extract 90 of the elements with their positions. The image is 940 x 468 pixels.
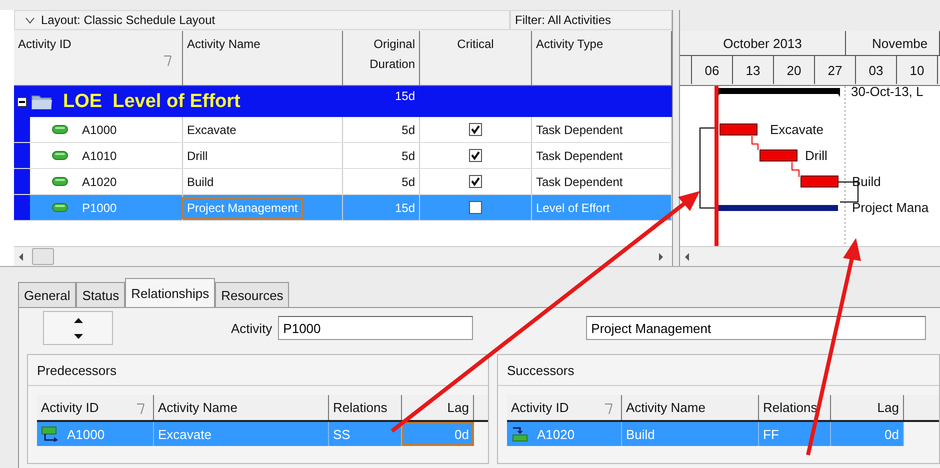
activity-row[interactable]: A1000 Excavate 5d Task Dependent	[14, 117, 672, 143]
table-cell: SS	[333, 426, 350, 442]
link-icon	[41, 426, 59, 442]
activity-bar-icon	[52, 151, 68, 160]
bar-label: 30-Oct-13, L	[851, 86, 924, 99]
checkbox[interactable]	[469, 201, 482, 214]
activity-bar-icon	[52, 177, 68, 186]
column-header[interactable]: Lag	[402, 395, 474, 420]
collapse-toggle[interactable]	[17, 96, 27, 106]
table-cell: Task Dependent	[536, 174, 623, 188]
group-title: LOE Level of Effort	[63, 90, 240, 112]
column-header[interactable]: Relations	[329, 395, 402, 420]
timescale-month: October 2013	[680, 31, 846, 55]
column-header[interactable]: Activity ID	[37, 395, 154, 420]
activity-bar-icon	[52, 125, 68, 134]
table-cell: P1000	[82, 200, 117, 214]
table-cell-text: Drill	[186, 148, 209, 164]
table-cell: Build	[626, 426, 655, 442]
timescale-week: 06	[692, 56, 733, 84]
filter-label: Filter: All Activities	[510, 10, 672, 30]
sort-icon	[604, 403, 613, 415]
folder-icon	[31, 93, 53, 110]
table-cell-text: Build	[186, 174, 215, 190]
activity-row[interactable]: A1010 Drill 5d Task Dependent	[14, 143, 672, 169]
timescale-week: 13	[733, 56, 774, 84]
sort-icon	[136, 403, 145, 415]
panel-title: Predecessors	[37, 362, 116, 378]
column-header[interactable]: Relations	[759, 395, 831, 420]
splitter[interactable]	[672, 10, 680, 266]
bar-label: Build	[852, 174, 881, 189]
checkbox[interactable]	[469, 175, 482, 188]
table-cell: A1020	[82, 174, 117, 188]
bar-label: Drill	[805, 148, 828, 163]
table-cell: A1010	[82, 148, 117, 162]
table-cell: FF	[763, 426, 779, 442]
table-cell: 15d	[394, 200, 415, 214]
activity-bar-icon	[52, 203, 68, 212]
table-cell: Task Dependent	[536, 148, 623, 162]
scroll-right-icon[interactable]	[658, 252, 664, 260]
table-cell: 5d	[402, 174, 415, 188]
activity-id-field[interactable]: P1000	[278, 316, 474, 340]
scrollbar-thumb[interactable]	[32, 248, 54, 265]
tab[interactable]: Relationships	[125, 278, 216, 307]
checkbox[interactable]	[469, 123, 482, 136]
table-cell-text: Excavate	[186, 122, 238, 138]
scroll-left-icon[interactable]	[684, 252, 690, 260]
activity-label: Activity	[231, 320, 272, 336]
tab[interactable]: Status	[76, 282, 126, 307]
column-header[interactable]: Activity Name	[154, 395, 329, 420]
column-header[interactable]: Activity Name	[183, 31, 343, 85]
table-cell: 5d	[402, 148, 415, 162]
table-cell: A1020	[537, 426, 575, 442]
table-cell: 0d	[454, 426, 469, 442]
timescale-week: 20	[774, 56, 815, 84]
checkbox[interactable]	[469, 149, 482, 162]
table-cell: Project Management	[182, 196, 303, 218]
scroll-left-icon[interactable]	[18, 252, 24, 260]
bar-label: Project Mana	[852, 200, 929, 215]
activity-name-field[interactable]: Project Management	[586, 316, 926, 340]
column-header[interactable]: Critical	[420, 31, 532, 85]
timescale-month: Novembe	[846, 31, 940, 55]
column-header[interactable]: Activity Name	[622, 395, 759, 420]
up-arrow-icon[interactable]	[74, 318, 82, 322]
activity-bar[interactable]	[800, 176, 838, 188]
activity-bar[interactable]	[760, 150, 798, 162]
down-arrow-icon[interactable]	[74, 334, 82, 338]
table-cell: 15d	[394, 89, 415, 103]
table-cell: 5d	[402, 122, 415, 136]
tab[interactable]: General	[18, 282, 76, 307]
table-cell: Task Dependent	[536, 122, 623, 136]
table-cell: A1000	[67, 426, 105, 442]
column-header[interactable]: Original Duration	[343, 31, 420, 85]
column-header[interactable]: Lag	[831, 395, 904, 420]
link-icon	[511, 426, 529, 442]
table-cell: A1000	[82, 122, 117, 136]
column-header[interactable]: Activity ID	[507, 395, 622, 420]
column-header[interactable]: Activity ID	[14, 31, 183, 85]
activity-row[interactable]: A1020 Build 5d Task Dependent	[14, 169, 672, 195]
caret-icon	[25, 16, 35, 24]
table-cell: 0d	[884, 426, 899, 442]
layout-menu[interactable]: Layout: Classic Schedule Layout	[14, 10, 510, 30]
bar-label: Excavate	[770, 122, 824, 137]
table-cell: Level of Effort	[536, 200, 610, 214]
panel-title: Successors	[507, 362, 574, 378]
timescale-week: 27	[815, 56, 856, 84]
timescale-week: 03	[856, 56, 897, 84]
table-cell: Excavate	[158, 426, 212, 442]
tab[interactable]: Resources	[215, 282, 290, 307]
activity-bar[interactable]	[720, 124, 758, 136]
timescale-week: 10	[897, 56, 938, 84]
